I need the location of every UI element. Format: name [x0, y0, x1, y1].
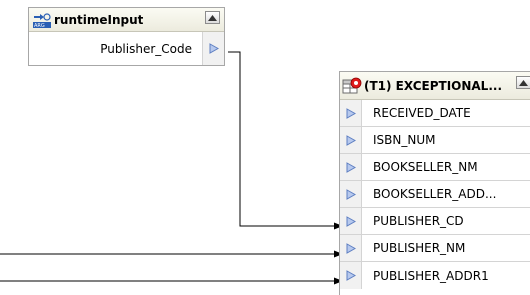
runtime-input-collapse-button[interactable]	[205, 11, 220, 24]
input-port[interactable]	[340, 127, 362, 153]
runtime-input-node[interactable]: ARG runtimeInput Publisher_Code	[28, 7, 225, 66]
field-label: BOOKSELLER_NM	[373, 160, 478, 174]
exceptional-table-collapse-button[interactable]	[516, 76, 530, 89]
input-port[interactable]	[340, 235, 362, 261]
exceptional-table-node[interactable]: (T1) EXCEPTIONAL... RECEIVED_DATE ISBN_N…	[339, 71, 530, 295]
runtime-input-title: runtimeInput	[54, 12, 144, 27]
input-port[interactable]	[340, 154, 362, 180]
field-label: PUBLISHER_NM	[373, 241, 466, 255]
field-label: RECEIVED_DATE	[373, 106, 471, 120]
table-field-row-bookseller-addr[interactable]: BOOKSELLER_ADD...	[340, 181, 530, 208]
table-field-row-received-date[interactable]: RECEIVED_DATE	[340, 100, 530, 127]
table-field-row-bookseller-nm[interactable]: BOOKSELLER_NM	[340, 154, 530, 181]
input-port[interactable]	[340, 100, 362, 126]
collapse-up-icon	[208, 14, 217, 21]
port-arrow-icon	[346, 134, 356, 146]
connector-publisher-code-to-publisher-cd[interactable]	[228, 51, 343, 230]
exceptional-table-header[interactable]: (T1) EXCEPTIONAL...	[340, 72, 530, 100]
collapse-up-icon	[519, 79, 528, 86]
input-port[interactable]	[340, 181, 362, 207]
input-port[interactable]	[340, 262, 362, 289]
field-label: BOOKSELLER_ADD...	[373, 187, 497, 201]
table-field-row-publisher-nm[interactable]: PUBLISHER_NM	[340, 235, 530, 262]
port-arrow-icon	[346, 188, 356, 200]
port-arrow-icon	[346, 270, 356, 281]
runtime-input-field-row[interactable]: Publisher_Code	[29, 32, 224, 65]
svg-text:ARG: ARG	[34, 23, 45, 28]
table-field-row-publisher-cd[interactable]: PUBLISHER_CD	[340, 208, 530, 235]
field-label: PUBLISHER_ADDR1	[373, 268, 489, 283]
field-label: PUBLISHER_CD	[373, 214, 464, 228]
field-label: Publisher_Code	[100, 41, 192, 56]
table-field-row-isbn-num[interactable]: ISBN_NUM	[340, 127, 530, 154]
port-arrow-icon	[346, 107, 356, 119]
port-arrow-icon	[346, 215, 356, 227]
port-arrow-icon	[346, 161, 356, 173]
mapping-canvas[interactable]: ARG runtimeInput Publisher_Code (T1) EXC…	[0, 0, 530, 295]
port-arrow-icon	[346, 242, 356, 254]
table-field-row-publisher-addr1[interactable]: PUBLISHER_ADDR1	[340, 262, 530, 289]
exceptional-table-title: (T1) EXCEPTIONAL...	[364, 78, 503, 93]
input-port[interactable]	[340, 208, 362, 234]
database-table-icon	[342, 77, 362, 95]
runtime-input-arg-icon: ARG	[33, 12, 51, 28]
port-arrow-icon	[209, 43, 219, 54]
field-label: ISBN_NUM	[373, 133, 436, 147]
output-port[interactable]	[202, 32, 224, 65]
runtime-input-header[interactable]: ARG runtimeInput	[29, 8, 224, 32]
